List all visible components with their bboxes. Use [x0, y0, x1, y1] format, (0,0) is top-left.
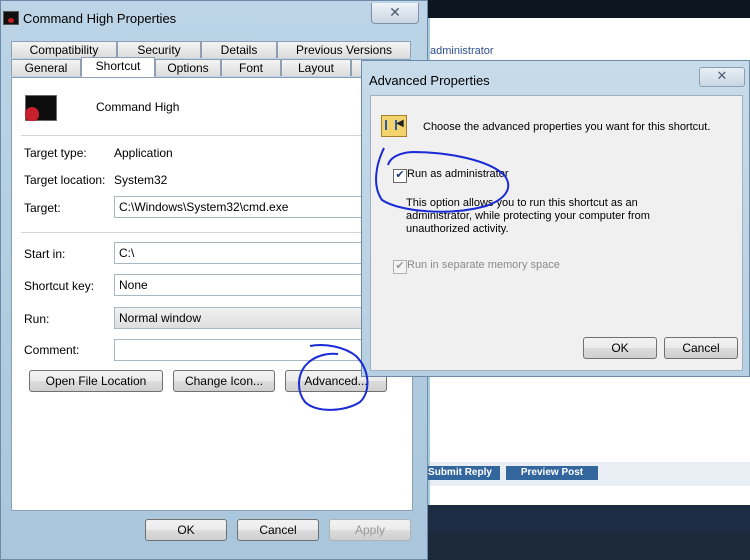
close-icon: ✕: [716, 68, 728, 83]
checkmark-icon: ✔: [395, 260, 405, 272]
shortcut-properties-icon: [381, 115, 407, 137]
run-select[interactable]: Normal window: [114, 307, 366, 329]
shortcut-key-input[interactable]: None: [114, 274, 366, 296]
dialog-title-bar: Command High Properties ✕: [1, 3, 429, 31]
advanced-ok-button[interactable]: OK: [583, 337, 657, 359]
run-as-admin-desc-1: This option allows you to run this short…: [406, 197, 638, 209]
advanced-cancel-button[interactable]: Cancel: [664, 337, 738, 359]
tab-security[interactable]: Security: [117, 41, 201, 58]
cancel-button[interactable]: Cancel: [237, 519, 319, 541]
heart-icon: [25, 107, 39, 121]
run-as-admin-label[interactable]: Run as administrator: [407, 168, 509, 180]
close-button[interactable]: ✕: [371, 3, 419, 24]
submit-reply-button[interactable]: Submit Reply: [420, 466, 500, 480]
browser-top-bar: [412, 0, 750, 18]
shortcut-name: Command High: [96, 100, 180, 114]
apply-button[interactable]: Apply: [329, 519, 411, 541]
run-as-admin-desc-2: administrator, while protecting your com…: [406, 210, 650, 222]
tab-font[interactable]: Font: [221, 59, 281, 76]
cmd-title-icon: [3, 11, 19, 25]
separator: [21, 232, 391, 233]
comment-input[interactable]: [114, 339, 366, 361]
run-as-admin-checkbox[interactable]: ✔: [393, 169, 407, 183]
browser-bottom-bar: [412, 505, 750, 533]
advanced-description: Choose the advanced properties you want …: [423, 121, 711, 133]
target-location-label: Target location:: [24, 173, 106, 187]
advanced-close-button[interactable]: ✕: [699, 67, 745, 87]
tab-options[interactable]: Options: [155, 59, 221, 76]
advanced-dialog-title: Advanced Properties: [369, 73, 490, 88]
advanced-dialog-body: Choose the advanced properties you want …: [370, 95, 743, 371]
advanced-properties-dialog: Advanced Properties ✕ Choose the advance…: [361, 60, 750, 377]
preview-post-button[interactable]: Preview Post: [506, 466, 598, 480]
ok-button[interactable]: OK: [145, 519, 227, 541]
target-location-value: System32: [114, 173, 168, 187]
forum-username: administrator: [430, 45, 494, 57]
open-file-location-button[interactable]: Open File Location: [29, 370, 163, 392]
shortcut-key-label: Shortcut key:: [24, 279, 95, 293]
tab-layout[interactable]: Layout: [281, 59, 351, 76]
dialog-title: Command High Properties: [23, 11, 177, 26]
run-label: Run:: [24, 312, 50, 326]
checkmark-icon: ✔: [395, 169, 405, 181]
comment-label: Comment:: [24, 343, 80, 357]
target-type-value: Application: [114, 146, 173, 160]
run-as-admin-desc-3: unauthorized activity.: [406, 223, 509, 235]
change-icon-button[interactable]: Change Icon...: [173, 370, 275, 392]
tab-shortcut[interactable]: Shortcut: [81, 57, 155, 77]
start-in-input[interactable]: C:\: [114, 242, 366, 264]
separate-memory-label: Run in separate memory space: [407, 259, 560, 271]
target-type-label: Target type:: [24, 146, 87, 160]
tab-previous-versions[interactable]: Previous Versions: [277, 41, 411, 58]
tab-general[interactable]: General: [11, 59, 81, 76]
target-label: Target:: [24, 201, 61, 215]
tab-compatibility[interactable]: Compatibility: [11, 41, 117, 58]
target-input[interactable]: C:\Windows\System32\cmd.exe: [114, 196, 366, 218]
start-in-label: Start in:: [24, 247, 66, 261]
close-icon: ✕: [389, 4, 401, 20]
tab-details[interactable]: Details: [201, 41, 277, 58]
separate-memory-checkbox[interactable]: ✔: [393, 260, 407, 274]
separator: [21, 135, 391, 136]
